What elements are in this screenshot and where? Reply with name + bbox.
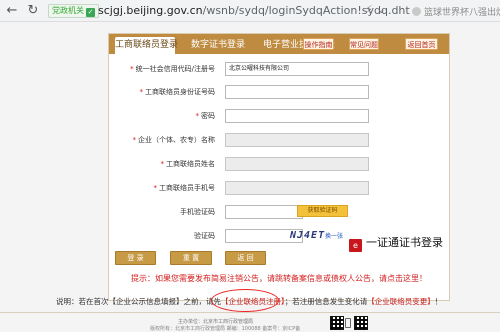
login-frame: 工商联络员登录 数字证书登录 电子营业执照登录 操作指南 常见问题 返回首页 *… bbox=[108, 33, 450, 301]
company-name-input[interactable] bbox=[225, 133, 369, 147]
login-panel: * 统一社会信用代码/注册号 北京公曜科技有限公司 * 工商联络员身份证号码 * 密码… bbox=[115, 54, 443, 292]
reload-icon[interactable]: ↻ bbox=[25, 3, 41, 19]
verified-check-icon: ✓ bbox=[86, 8, 95, 17]
note-prefix: 说明：若在首次【企业公示信息填报】之前，请先 bbox=[56, 297, 221, 306]
captcha-image[interactable]: NJ4ET bbox=[290, 229, 325, 243]
contact-name-input[interactable] bbox=[225, 157, 369, 171]
sms-code-row: 手机验证码 获取验证码 bbox=[115, 205, 443, 219]
tab-bar: 工商联络员登录 数字证书登录 电子营业执照登录 操作指南 常见问题 返回首页 bbox=[109, 34, 449, 54]
company-name-row: * 企业（个体、农专）名称 bbox=[115, 133, 443, 147]
captcha-row: 验证码 NJ4ET 换一张 e 一证通证书登录 bbox=[115, 229, 443, 252]
back-icon[interactable]: ← bbox=[4, 3, 20, 19]
mobile-icon bbox=[345, 318, 351, 328]
tab-certificate-login[interactable]: 数字证书登录 bbox=[187, 37, 249, 54]
contact-phone-row: * 工商联络员手机号 bbox=[115, 181, 443, 195]
gov-badge-label: 党政机关 bbox=[52, 6, 84, 15]
qr-code-icon bbox=[354, 316, 368, 330]
contact-name-label: * 工商联络员姓名 bbox=[160, 160, 216, 168]
note-suffix: ！ bbox=[434, 297, 443, 306]
change-contact-link[interactable]: 【企业联络员变更】 bbox=[367, 297, 435, 306]
sms-code-input[interactable] bbox=[225, 205, 303, 219]
footer-sponsor: 主办单位：北京市工商行政管理局 bbox=[178, 319, 254, 325]
faq-button[interactable]: 常见问题 bbox=[349, 38, 379, 50]
toolbar-icons: ⚡ ⌄ bbox=[365, 3, 390, 16]
chevron-down-icon[interactable]: ⌄ bbox=[377, 3, 386, 16]
footer-divider bbox=[0, 312, 500, 313]
news-text: 篮球世界杯八强出炉 bbox=[424, 8, 500, 18]
news-ticker[interactable]: 篮球世界杯八强出炉 bbox=[412, 5, 500, 18]
captcha-label: 验证码 bbox=[194, 232, 215, 240]
login-button[interactable]: 登 录 bbox=[115, 251, 156, 265]
tip-link[interactable]: 提示：如果您需要发布简易注销公告，请跳转备案信息或债权人公告，请点击这里！ bbox=[115, 273, 443, 285]
password-input[interactable] bbox=[225, 109, 369, 123]
yizhengtong-label: 一证通证书登录 bbox=[366, 236, 443, 249]
credit-code-label: * 统一社会信用代码/注册号 bbox=[130, 65, 215, 73]
sms-code-label: 手机验证码 bbox=[180, 208, 215, 216]
credit-code-input[interactable]: 北京公曜科技有限公司 bbox=[225, 62, 369, 76]
contact-phone-input[interactable] bbox=[225, 181, 369, 195]
tab-contact-login[interactable]: 工商联络员登录 bbox=[115, 37, 178, 54]
address-bar[interactable]: scjgj.beijing.gov.cn/wsnb/sydq/loginSydq… bbox=[98, 2, 410, 20]
password-label: * 密码 bbox=[195, 112, 216, 120]
contact-name-row: * 工商联络员姓名 bbox=[115, 157, 443, 171]
url-host: scjgj.beijing.gov.cn bbox=[98, 4, 203, 17]
reset-button[interactable]: 重 置 bbox=[170, 251, 212, 265]
password-row: * 密码 bbox=[115, 109, 443, 123]
home-button[interactable]: 返回首页 bbox=[405, 38, 438, 50]
credit-code-row: * 统一社会信用代码/注册号 北京公曜科技有限公司 bbox=[115, 62, 443, 76]
company-name-label: * 企业（个体、农专）名称 bbox=[132, 136, 216, 144]
yizhengtong-login[interactable]: e 一证通证书登录 bbox=[349, 236, 443, 252]
highlight-circle bbox=[211, 289, 279, 312]
id-number-row: * 工商联络员身份证号码 bbox=[115, 85, 443, 99]
id-number-label: * 工商联络员身份证号码 bbox=[139, 88, 216, 96]
gov-badge: 党政机关 ✓ bbox=[48, 4, 99, 18]
id-number-input[interactable] bbox=[225, 85, 369, 99]
news-icon bbox=[412, 7, 421, 16]
guide-button[interactable]: 操作指南 bbox=[303, 38, 334, 50]
get-code-button[interactable]: 获取验证码 bbox=[297, 205, 348, 217]
note-middle: ；若注册信息发生变化请 bbox=[284, 297, 368, 306]
contact-phone-label: * 工商联络员手机号 bbox=[153, 184, 216, 192]
qr-code-icon bbox=[330, 316, 344, 330]
footer-copyright: 版权所有：北京市工商行政管理局 邮编：100088 备案号：京ICP备 bbox=[150, 326, 301, 332]
lightning-icon[interactable]: ⚡ bbox=[365, 3, 373, 16]
browser-toolbar: ← ↻ 党政机关 ✓ scjgj.beijing.gov.cn/wsnb/sydq… bbox=[0, 0, 500, 22]
back-button[interactable]: 返 回 bbox=[225, 251, 266, 265]
action-row: 登 录 重 置 返 回 bbox=[115, 251, 443, 265]
captcha-refresh-link[interactable]: 换一张 bbox=[325, 231, 343, 240]
